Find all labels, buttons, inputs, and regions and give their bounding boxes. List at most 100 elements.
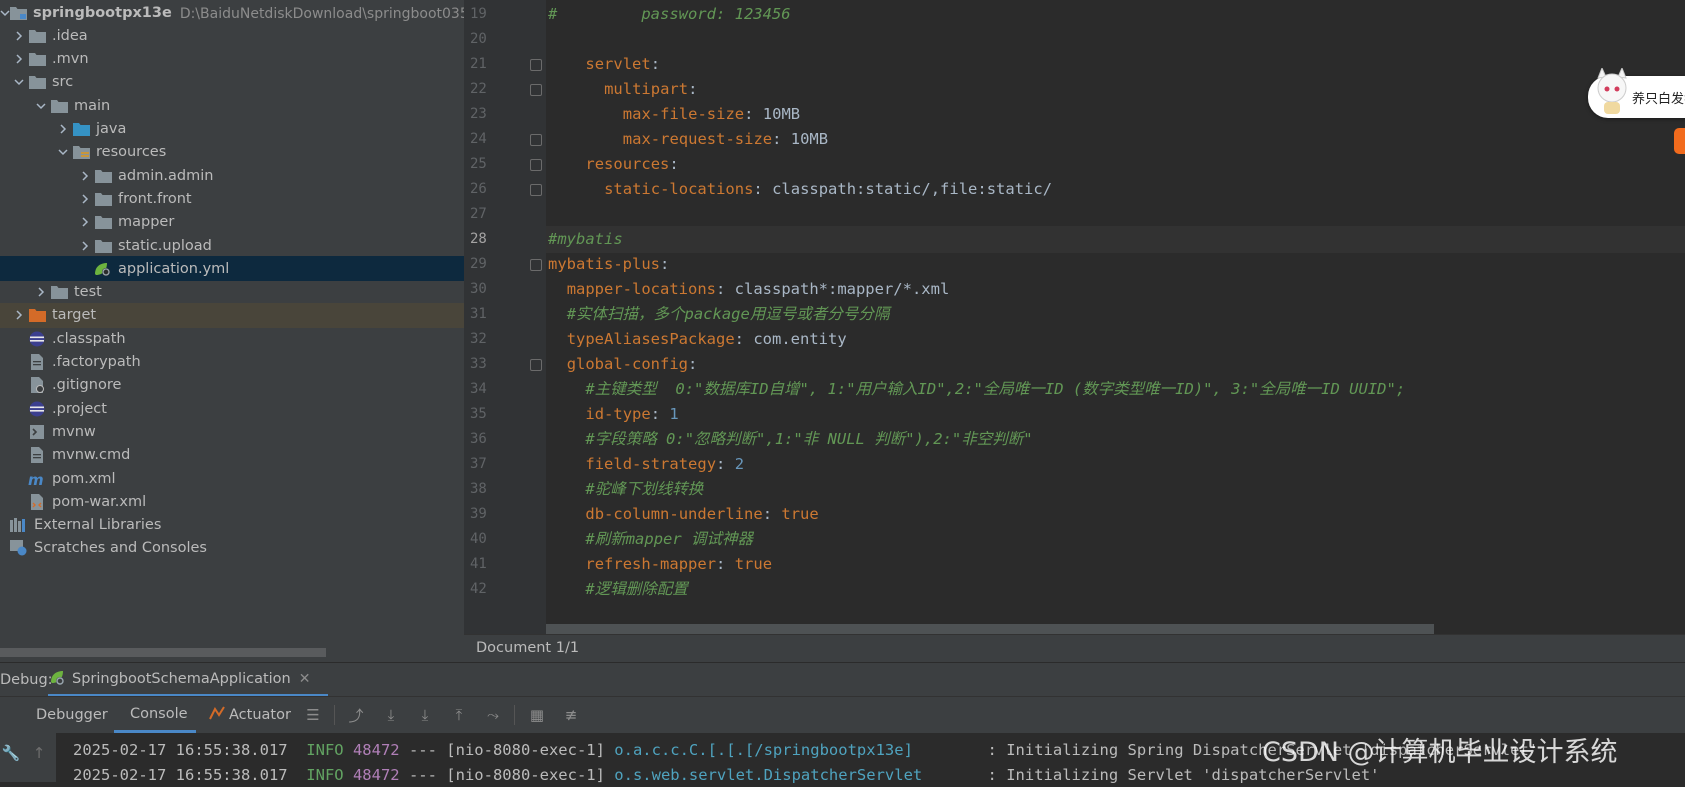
- tree-item-label: mapper: [118, 214, 175, 231]
- fold-toggle-icon[interactable]: [530, 134, 542, 146]
- fold-toggle-icon[interactable]: [530, 184, 542, 196]
- tree-item-application-yml[interactable]: application.yml: [0, 256, 464, 282]
- tree-item-label: .mvn: [52, 51, 89, 68]
- tree-item-label: front.front: [118, 190, 192, 207]
- code-line: mybatis-plus:: [548, 251, 669, 278]
- line-number: 21: [470, 56, 487, 72]
- code-key: servlet: [585, 55, 651, 73]
- fold-toggle-icon[interactable]: [530, 259, 542, 271]
- line-number: 31: [470, 306, 487, 322]
- tree-item-mapper[interactable]: mapper: [0, 210, 464, 235]
- tab-console[interactable]: Console: [114, 697, 196, 733]
- cat-avatar-icon: [1592, 66, 1632, 122]
- line-number: 40: [470, 531, 487, 547]
- code-comment: #逻辑删除配置: [585, 580, 688, 598]
- log-level: INFO: [306, 741, 344, 759]
- run-to-cursor-icon[interactable]: ⤳: [484, 706, 502, 724]
- tree-item-target[interactable]: target: [0, 302, 464, 328]
- sidebar-horizontal-scrollbar[interactable]: [0, 648, 326, 657]
- debug-label: Debug:: [0, 672, 53, 688]
- tree-item-label: .idea: [52, 27, 88, 44]
- chevron-right-icon[interactable]: [54, 124, 72, 134]
- tree-item-project[interactable]: .project: [0, 396, 464, 421]
- line-number: 36: [470, 431, 487, 447]
- tab-debugger-label: Debugger: [36, 707, 108, 723]
- line-number: 35: [470, 406, 487, 422]
- menu-icon[interactable]: ☰: [304, 706, 322, 724]
- code-key: static-locations: [604, 180, 754, 198]
- chevron-right-icon[interactable]: [76, 240, 94, 251]
- tree-item-classpath[interactable]: .classpath: [0, 326, 464, 351]
- tree-item-springbootpx13e[interactable]: springbootpx13e D:\BaiduNetdiskDownload\s…: [0, 0, 464, 25]
- fold-toggle-icon[interactable]: [530, 359, 542, 371]
- tree-item-label: main: [74, 97, 111, 114]
- run-config-tab[interactable]: SpringbootSchemaApplication ✕: [48, 663, 328, 697]
- tree-item-external-libraries[interactable]: External Libraries: [0, 513, 464, 538]
- step-over-icon[interactable]: ⤓: [382, 706, 400, 724]
- tree-item-pom-xml[interactable]: m pom.xml: [0, 466, 464, 491]
- scroll-up-icon[interactable]: ↑: [30, 744, 48, 762]
- step-out-icon[interactable]: ⤒: [450, 706, 468, 724]
- breadcrumb[interactable]: Document 1/1: [476, 640, 579, 656]
- trace-icon[interactable]: ≢: [562, 706, 580, 724]
- tree-item-resources[interactable]: resources: [0, 140, 464, 165]
- editor-horizontal-scrollbar[interactable]: [546, 624, 1434, 634]
- tree-item-factorypath[interactable]: .factorypath: [0, 350, 464, 375]
- tree-item-label: resources: [96, 144, 167, 161]
- evaluate-expression-icon[interactable]: ▦: [528, 706, 546, 724]
- chevron-right-icon[interactable]: [10, 310, 28, 320]
- tree-item-idea[interactable]: .idea: [0, 23, 464, 48]
- fold-toggle-icon[interactable]: [530, 159, 542, 171]
- tree-item-test[interactable]: test: [0, 280, 464, 305]
- chevron-down-icon[interactable]: [54, 147, 72, 157]
- tree-item-gitignore[interactable]: .gitignore: [0, 373, 464, 398]
- chevron-down-icon[interactable]: [0, 8, 10, 18]
- tree-item-label: admin.admin: [118, 167, 214, 184]
- chevron-right-icon[interactable]: [10, 31, 28, 41]
- chevron-right-icon[interactable]: [76, 194, 94, 204]
- show-execution-point-icon[interactable]: ⤴: [347, 706, 365, 725]
- chevron-down-icon[interactable]: [32, 101, 50, 111]
- debug-toolbar: Debugger Console Actuator ☰ ⤴ ⤓ ⤓ ⤒ ⤳ ▦ …: [0, 696, 1685, 733]
- wrench-icon[interactable]: 🔧: [2, 744, 21, 762]
- code-editor[interactable]: # password: 123456 servlet: multipart: max-…: [546, 0, 1685, 634]
- fold-toggle-icon[interactable]: [530, 59, 542, 71]
- chevron-down-icon[interactable]: [10, 77, 28, 87]
- step-into-icon[interactable]: ⤓: [416, 706, 434, 724]
- fold-toggle-icon[interactable]: [530, 84, 542, 96]
- tree-item-mvnw[interactable]: mvnw: [0, 419, 464, 444]
- code-comment: #mybatis: [548, 230, 623, 248]
- code-key: typeAliasesPackage: [566, 330, 735, 348]
- tab-actuator[interactable]: Actuator: [209, 697, 299, 733]
- tree-item-label: mvnw.cmd: [52, 447, 131, 464]
- tree-item-mvnw-cmd[interactable]: mvnw.cmd: [0, 443, 464, 468]
- tree-item-label: .project: [52, 400, 107, 417]
- project-path: D:\BaiduNetdiskDownload\springboot035学: [179, 5, 464, 22]
- line-number: 30: [470, 281, 487, 297]
- tree-item-java[interactable]: java: [0, 117, 464, 142]
- chevron-right-icon[interactable]: [76, 171, 94, 181]
- tree-item-src[interactable]: src: [0, 70, 464, 95]
- tree-item-admin-admin[interactable]: admin.admin: [0, 163, 464, 188]
- chevron-right-icon[interactable]: [32, 287, 50, 297]
- code-number: 2: [734, 455, 745, 473]
- tree-item-scratches-and-consoles[interactable]: Scratches and Consoles: [0, 536, 464, 561]
- log-time: 2025-02-17 16:55:38.017: [73, 766, 307, 784]
- tree-item-front-front[interactable]: front.front: [0, 186, 464, 211]
- chevron-right-icon[interactable]: [76, 217, 94, 227]
- tree-item-main[interactable]: main: [0, 93, 464, 118]
- tree-item-label: src: [52, 74, 74, 91]
- close-icon[interactable]: ✕: [299, 671, 311, 687]
- tree-item-static-upload[interactable]: static.upload: [0, 233, 464, 258]
- tree-item-pom-war-xml[interactable]: pom-war.xml: [0, 489, 464, 514]
- log-thread: [nio-8080-exec-1]: [446, 741, 615, 759]
- notification-badge[interactable]: [1674, 128, 1685, 154]
- floating-assistant-popup[interactable]: 养只白发猫: [1588, 66, 1685, 118]
- chevron-right-icon[interactable]: [10, 54, 28, 64]
- tree-item-label: static.upload: [118, 237, 212, 254]
- log-logger: o.a.c.c.C.[.[.[/springbootpx13e]: [614, 741, 969, 759]
- code-comment: #实体扫描，多个package用逗号或者分号分隔: [566, 305, 890, 323]
- tree-item-mvn[interactable]: .mvn: [0, 47, 464, 72]
- tab-debugger[interactable]: Debugger: [36, 697, 110, 733]
- code-line: # password: 123456: [548, 1, 791, 28]
